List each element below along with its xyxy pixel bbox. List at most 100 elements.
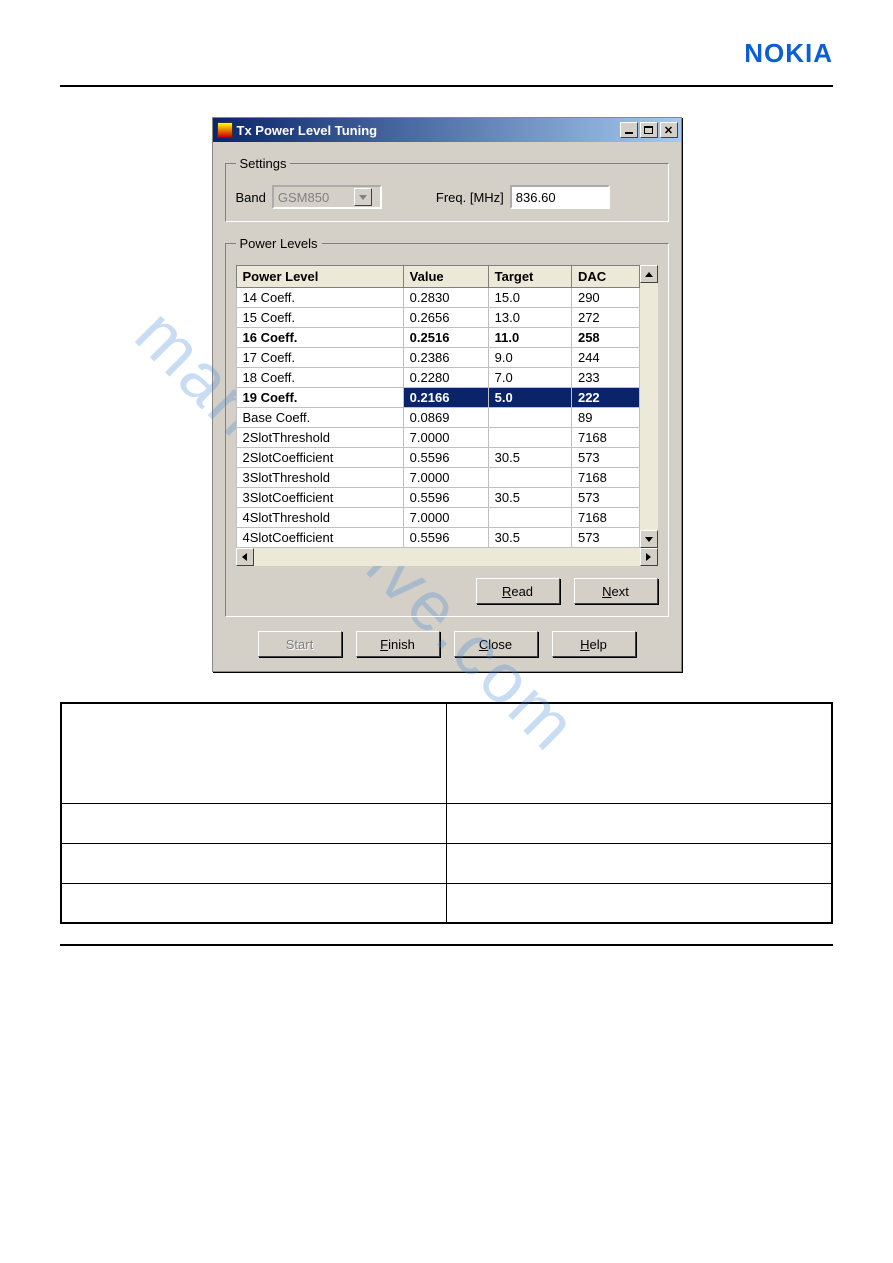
table-cell[interactable]: 14 Coeff. bbox=[236, 288, 403, 308]
table-cell[interactable]: 0.2516 bbox=[403, 328, 488, 348]
table-cell[interactable]: 0.5596 bbox=[403, 488, 488, 508]
table-cell[interactable]: 7.0000 bbox=[403, 428, 488, 448]
help-button[interactable]: Help bbox=[552, 631, 636, 657]
table-cell[interactable]: 244 bbox=[571, 348, 639, 368]
table-row[interactable]: 4SlotCoefficient0.559630.5573 bbox=[236, 528, 639, 548]
table-cell[interactable]: 9.0 bbox=[488, 348, 571, 368]
dialog-window: Tx Power Level Tuning ✕ Settings Band Fr… bbox=[212, 117, 682, 672]
table-cell[interactable]: 19 Coeff. bbox=[236, 388, 403, 408]
info-cell bbox=[61, 803, 447, 843]
read-button[interactable]: Read bbox=[476, 578, 560, 604]
table-cell[interactable]: 0.5596 bbox=[403, 448, 488, 468]
table-cell[interactable]: 7.0000 bbox=[403, 508, 488, 528]
table-cell[interactable]: 30.5 bbox=[488, 488, 571, 508]
maximize-button[interactable] bbox=[640, 122, 658, 138]
table-cell[interactable]: 18 Coeff. bbox=[236, 368, 403, 388]
table-cell[interactable]: 0.0869 bbox=[403, 408, 488, 428]
table-cell[interactable]: 0.2656 bbox=[403, 308, 488, 328]
close-icon[interactable]: ✕ bbox=[660, 122, 678, 138]
table-cell[interactable]: 17 Coeff. bbox=[236, 348, 403, 368]
table-row[interactable]: 19 Coeff.0.21665.0222 bbox=[236, 388, 639, 408]
table-row[interactable]: 18 Coeff.0.22807.0233 bbox=[236, 368, 639, 388]
table-cell[interactable]: 233 bbox=[571, 368, 639, 388]
table-cell[interactable]: 3SlotCoefficient bbox=[236, 488, 403, 508]
table-cell[interactable]: 3SlotThreshold bbox=[236, 468, 403, 488]
table-row[interactable]: 3SlotCoefficient0.559630.5573 bbox=[236, 488, 639, 508]
horizontal-scrollbar[interactable] bbox=[236, 548, 658, 566]
app-icon bbox=[217, 122, 233, 138]
info-cell bbox=[61, 883, 447, 923]
table-cell[interactable] bbox=[488, 408, 571, 428]
table-row[interactable]: 2SlotThreshold7.0000 7168 bbox=[236, 428, 639, 448]
table-cell[interactable]: 573 bbox=[571, 528, 639, 548]
bottom-buttons: Start Finish Close Help bbox=[225, 631, 669, 657]
info-cell bbox=[447, 843, 833, 883]
table-cell[interactable]: 7168 bbox=[571, 428, 639, 448]
table-cell[interactable]: Base Coeff. bbox=[236, 408, 403, 428]
chevron-down-icon[interactable] bbox=[354, 188, 372, 206]
power-levels-fieldset: Power Levels Power Level Value Target DA… bbox=[225, 236, 669, 617]
table-row[interactable]: 3SlotThreshold7.0000 7168 bbox=[236, 468, 639, 488]
table-cell[interactable]: 89 bbox=[571, 408, 639, 428]
table-cell[interactable]: 258 bbox=[571, 328, 639, 348]
table-cell[interactable]: 4SlotThreshold bbox=[236, 508, 403, 528]
scroll-track[interactable] bbox=[640, 283, 658, 530]
table-cell[interactable]: 2SlotCoefficient bbox=[236, 448, 403, 468]
table-cell[interactable]: 0.2166 bbox=[403, 388, 488, 408]
table-row[interactable]: 2SlotCoefficient0.559630.5573 bbox=[236, 448, 639, 468]
band-combo[interactable] bbox=[272, 185, 382, 209]
table-row[interactable]: 17 Coeff.0.23869.0244 bbox=[236, 348, 639, 368]
minimize-button[interactable] bbox=[620, 122, 638, 138]
table-cell[interactable]: 7168 bbox=[571, 508, 639, 528]
info-cell bbox=[61, 703, 447, 803]
scroll-left-icon[interactable] bbox=[236, 548, 254, 566]
freq-label: Freq. [MHz] bbox=[436, 190, 504, 205]
table-cell[interactable]: 0.2280 bbox=[403, 368, 488, 388]
table-cell[interactable]: 30.5 bbox=[488, 528, 571, 548]
th-target: Target bbox=[488, 266, 571, 288]
table-row[interactable]: 15 Coeff.0.265613.0272 bbox=[236, 308, 639, 328]
table-cell[interactable]: 222 bbox=[571, 388, 639, 408]
table-cell[interactable]: 0.2830 bbox=[403, 288, 488, 308]
table-cell[interactable]: 272 bbox=[571, 308, 639, 328]
hscroll-track[interactable] bbox=[254, 548, 640, 566]
table-cell[interactable]: 7.0 bbox=[488, 368, 571, 388]
band-label: Band bbox=[236, 190, 266, 205]
table-row[interactable]: 14 Coeff.0.283015.0290 bbox=[236, 288, 639, 308]
table-cell[interactable]: 573 bbox=[571, 448, 639, 468]
table-cell[interactable]: 2SlotThreshold bbox=[236, 428, 403, 448]
table-cell[interactable]: 290 bbox=[571, 288, 639, 308]
table-cell[interactable]: 5.0 bbox=[488, 388, 571, 408]
start-button: Start bbox=[258, 631, 342, 657]
table-cell[interactable]: 11.0 bbox=[488, 328, 571, 348]
table-cell[interactable] bbox=[488, 508, 571, 528]
table-cell[interactable]: 13.0 bbox=[488, 308, 571, 328]
table-cell[interactable] bbox=[488, 468, 571, 488]
table-cell[interactable]: 15.0 bbox=[488, 288, 571, 308]
band-value bbox=[274, 190, 354, 205]
table-cell[interactable]: 0.2386 bbox=[403, 348, 488, 368]
table-cell[interactable]: 4SlotCoefficient bbox=[236, 528, 403, 548]
table-cell[interactable]: 7.0000 bbox=[403, 468, 488, 488]
th-power-level: Power Level bbox=[236, 266, 403, 288]
next-button[interactable]: Next bbox=[574, 578, 658, 604]
freq-value[interactable]: 836.60 bbox=[510, 185, 610, 209]
table-row[interactable]: Base Coeff.0.0869 89 bbox=[236, 408, 639, 428]
table-cell[interactable]: 0.5596 bbox=[403, 528, 488, 548]
scroll-right-icon[interactable] bbox=[640, 548, 658, 566]
scroll-up-icon[interactable] bbox=[640, 265, 658, 283]
info-table bbox=[60, 702, 833, 924]
table-cell[interactable]: 30.5 bbox=[488, 448, 571, 468]
vertical-scrollbar[interactable] bbox=[640, 265, 658, 548]
table-row[interactable]: 16 Coeff.0.251611.0258 bbox=[236, 328, 639, 348]
table-row[interactable]: 4SlotThreshold7.0000 7168 bbox=[236, 508, 639, 528]
finish-button[interactable]: Finish bbox=[356, 631, 440, 657]
table-cell[interactable]: 573 bbox=[571, 488, 639, 508]
table-cell[interactable]: 15 Coeff. bbox=[236, 308, 403, 328]
power-table[interactable]: Power Level Value Target DAC 14 Coeff.0.… bbox=[236, 265, 640, 548]
table-cell[interactable]: 16 Coeff. bbox=[236, 328, 403, 348]
close-button[interactable]: Close bbox=[454, 631, 538, 657]
table-cell[interactable] bbox=[488, 428, 571, 448]
scroll-down-icon[interactable] bbox=[640, 530, 658, 548]
table-cell[interactable]: 7168 bbox=[571, 468, 639, 488]
